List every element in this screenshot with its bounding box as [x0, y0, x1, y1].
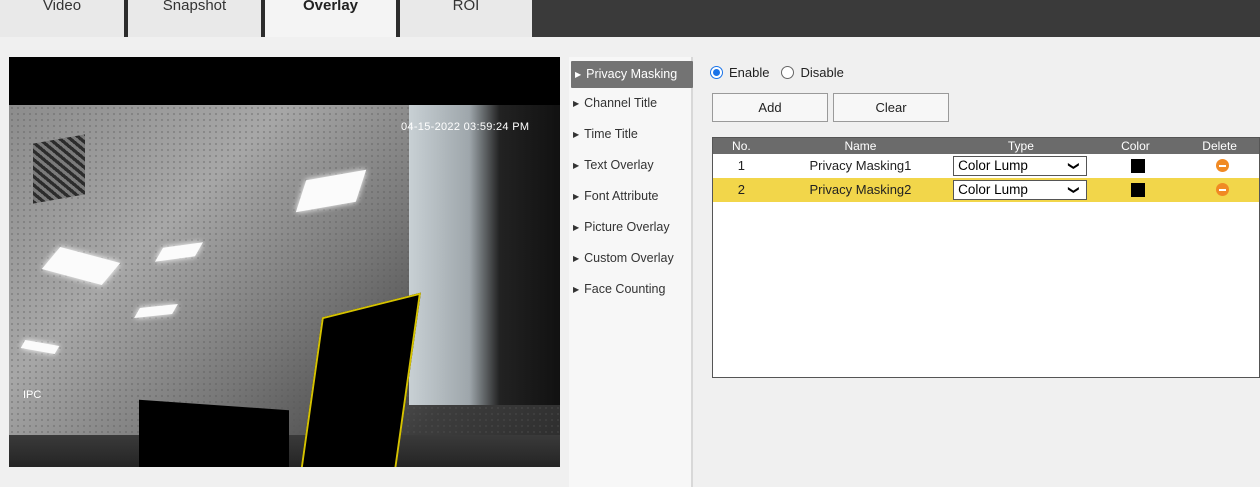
triangle-right-icon: ▶ — [573, 130, 580, 139]
menu-item-label: Channel Title — [584, 96, 658, 110]
menu-item-label: Time Title — [584, 127, 638, 141]
ceiling-vent — [33, 134, 85, 204]
add-button[interactable]: Add — [712, 93, 828, 122]
menu-item-text-overlay[interactable]: ▶ Text Overlay — [569, 150, 691, 181]
tab-roi[interactable]: ROI — [396, 0, 532, 37]
row-no: 2 — [737, 182, 746, 197]
menu-item-label: Picture Overlay — [584, 220, 670, 234]
tab-overlay[interactable]: Overlay — [261, 0, 396, 37]
delete-icon[interactable] — [1216, 183, 1230, 196]
chevron-down-icon: ❯ — [1067, 185, 1080, 195]
menu-item-custom-overlay[interactable]: ▶ Custom Overlay — [569, 243, 691, 274]
row-color-cell — [1091, 178, 1181, 202]
enable-label: Enable — [729, 64, 770, 80]
disable-radio[interactable] — [781, 65, 795, 79]
header-no: No. — [732, 139, 751, 153]
triangle-right-icon: ▶ — [573, 99, 580, 108]
osd-time-title: 04-15-2022 03:59:24 PM — [401, 121, 530, 133]
overlay-menu: ▶ Privacy Masking ▶ Channel Title ▶ Time Ti… — [569, 57, 693, 487]
privacy-masking-settings: Enable Disable — [710, 62, 844, 82]
tab-roi-label: ROI — [452, 0, 480, 14]
tab-bar: Video Snapshot Overlay ROI — [0, 0, 1260, 37]
header-delete: Delete — [1202, 139, 1237, 153]
menu-item-face-counting[interactable]: ▶ Face Counting — [569, 274, 691, 305]
row-no: 1 — [737, 158, 746, 173]
menu-item-time-title[interactable]: ▶ Time Title — [569, 119, 691, 150]
type-select-value: Color Lump — [958, 182, 1028, 197]
menu-item-privacy-masking[interactable]: ▶ Privacy Masking — [571, 61, 693, 88]
wall — [409, 105, 560, 405]
privacy-mask-region[interactable] — [139, 399, 289, 467]
type-select[interactable]: Color Lump ❯ — [953, 180, 1088, 200]
tab-video[interactable]: Video — [0, 0, 124, 37]
menu-item-font-attribute[interactable]: ▶ Font Attribute — [569, 181, 691, 212]
menu-item-label: Font Attribute — [584, 189, 659, 203]
menu-item-label: Text Overlay — [584, 158, 654, 172]
enable-radio[interactable] — [710, 65, 723, 79]
type-select[interactable]: Color Lump ❯ — [953, 156, 1088, 176]
color-swatch[interactable] — [1130, 159, 1145, 173]
header-type: Type — [1007, 139, 1034, 153]
tab-snapshot[interactable]: Snapshot — [124, 0, 261, 37]
row-delete-cell — [1180, 178, 1259, 202]
triangle-right-icon: ▶ — [573, 192, 580, 201]
clear-button[interactable]: Clear — [833, 93, 949, 122]
triangle-right-icon: ▶ — [573, 223, 580, 232]
menu-item-label: Privacy Masking — [586, 67, 678, 81]
triangle-right-icon: ▶ — [573, 254, 580, 263]
triangle-right-icon: ▶ — [573, 161, 580, 170]
menu-item-picture-overlay[interactable]: ▶ Picture Overlay — [569, 212, 691, 243]
delete-icon[interactable] — [1216, 159, 1230, 172]
osd-channel-title: IPC — [23, 389, 42, 401]
row-color-cell — [1091, 154, 1181, 178]
type-select-value: Color Lump — [958, 158, 1028, 173]
header-color: Color — [1121, 139, 1150, 153]
table-row-selected[interactable]: 2 Privacy Masking2 Color Lump ❯ — [713, 178, 1259, 202]
menu-item-label: Custom Overlay — [584, 251, 674, 265]
menu-item-label: Face Counting — [584, 282, 666, 296]
enable-radio-group: Enable Disable — [710, 62, 844, 82]
header-name: Name — [844, 139, 877, 153]
row-delete-cell — [1180, 154, 1259, 178]
tab-video-label: Video — [42, 0, 82, 14]
row-type-cell: Color Lump ❯ — [951, 154, 1090, 178]
table-header: No. Name Type Color Delete — [713, 138, 1259, 154]
chevron-down-icon: ❯ — [1067, 161, 1080, 171]
row-type-cell: Color Lump ❯ — [951, 178, 1090, 202]
row-name: Privacy Masking1 — [809, 158, 912, 173]
tab-overlay-label: Overlay — [302, 0, 359, 14]
tab-snapshot-label: Snapshot — [162, 0, 227, 14]
triangle-right-icon: ▶ — [573, 285, 580, 294]
table-row[interactable]: 1 Privacy Masking1 Color Lump ❯ — [713, 154, 1259, 178]
live-view[interactable]: 04-15-2022 03:59:24 PM IPC — [9, 57, 560, 467]
privacy-mask-table: No. Name Type Color Delete 1 Privacy Mas… — [712, 137, 1260, 378]
camera-scene — [9, 105, 560, 467]
triangle-right-icon: ▶ — [575, 70, 582, 79]
disable-label: Disable — [800, 64, 844, 80]
color-swatch[interactable] — [1130, 183, 1145, 197]
menu-item-channel-title[interactable]: ▶ Channel Title — [569, 88, 691, 119]
row-name: Privacy Masking2 — [809, 182, 912, 197]
